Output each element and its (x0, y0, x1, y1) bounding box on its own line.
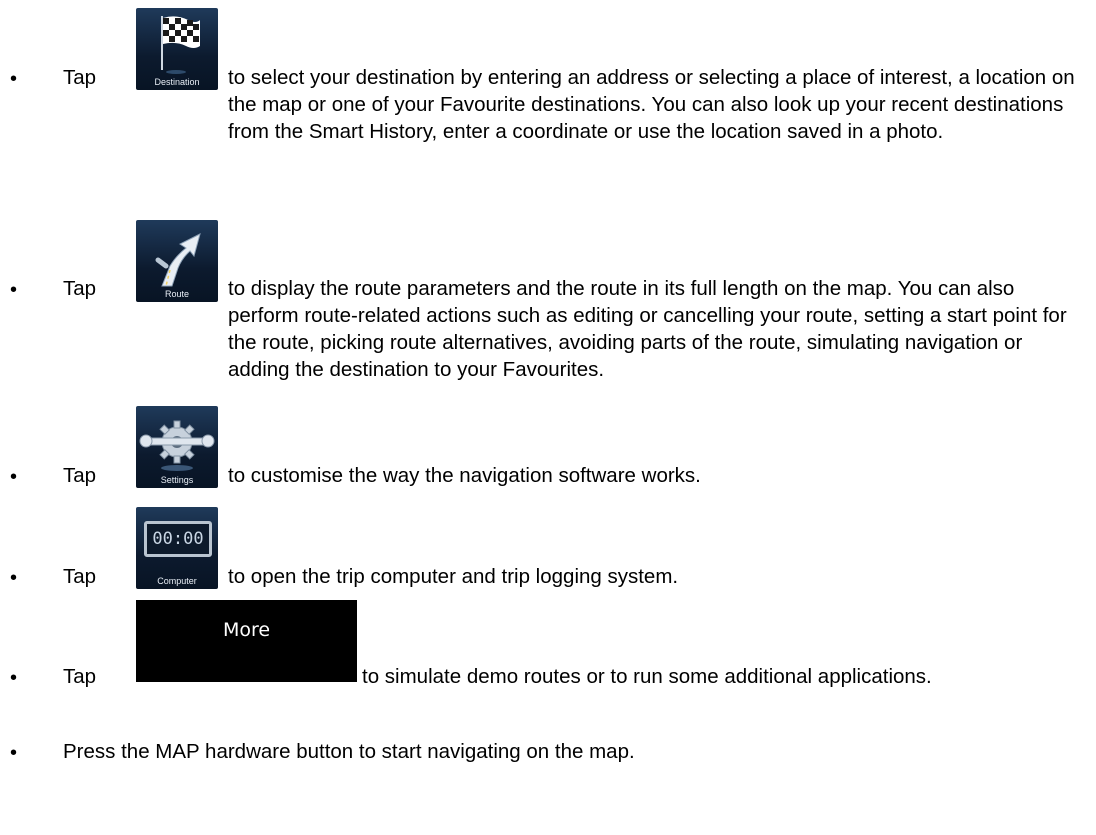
clock-text: 00:00 (152, 529, 204, 549)
item-description: Press the MAP hardware button to start n… (63, 740, 635, 763)
tap-word: Tap (63, 464, 97, 487)
button-caption: Destination (154, 77, 200, 87)
item-description: to simulate demo routes or to run some a… (362, 665, 932, 688)
bullet: • (10, 279, 18, 301)
bullet: • (10, 667, 18, 689)
destination-button[interactable]: Destination (136, 8, 218, 90)
bullet: • (10, 567, 18, 589)
button-caption: More (222, 619, 271, 641)
computer-button[interactable]: 00:00 Computer (136, 507, 218, 589)
tap-word: Tap (63, 565, 97, 588)
item-description: to display the route parameters and the … (228, 277, 1067, 381)
bullet: • (10, 68, 18, 90)
tap-word: Tap (63, 277, 97, 300)
clock-display-icon: 00:00 (144, 521, 212, 557)
settings-button[interactable]: Settings (136, 406, 218, 488)
button-caption: Settings (160, 475, 194, 485)
tap-word: Tap (63, 66, 97, 89)
bullet: • (10, 742, 18, 764)
item-description: to open the trip computer and trip loggi… (228, 565, 679, 588)
item-description: to select your destination by entering a… (228, 66, 1075, 143)
button-caption: Route (164, 289, 190, 299)
item-description: to customise the way the navigation soft… (228, 464, 701, 487)
button-caption: Computer (157, 576, 197, 586)
bullet: • (10, 466, 18, 488)
route-button[interactable]: Route (136, 220, 218, 302)
